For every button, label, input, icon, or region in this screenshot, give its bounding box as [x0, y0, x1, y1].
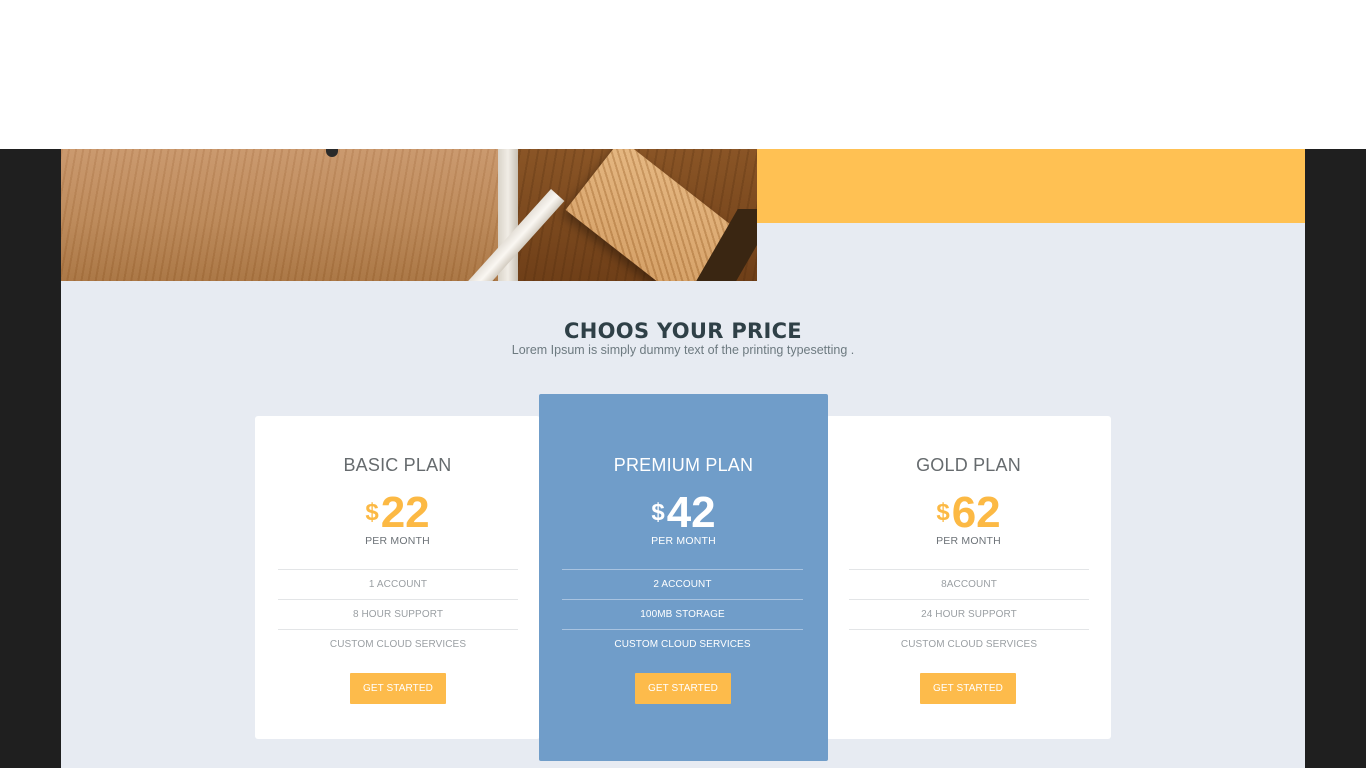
get-started-button-basic[interactable]: GET STARTED	[350, 673, 446, 704]
section-subtitle: Lorem Ipsum is simply dummy text of the …	[511, 343, 855, 357]
currency-symbol: $	[365, 499, 379, 526]
currency-symbol: $	[651, 499, 665, 526]
pricing-card-gold: GOLD PLAN $62 PER MONTH 8ACCOUNT 24 HOUR…	[826, 416, 1111, 739]
feature-list: 2 ACCOUNT 100MB STORAGE CUSTOM CLOUD SER…	[562, 569, 803, 659]
top-white-band	[0, 0, 1366, 149]
plan-name: PREMIUM PLAN	[613, 455, 754, 475]
billing-period: PER MONTH	[936, 535, 1001, 547]
price-amount: 62	[951, 488, 1001, 537]
plan-price: $22	[255, 491, 540, 535]
pricing-card-basic: BASIC PLAN $22 PER MONTH 1 ACCOUNT 8 HOU…	[255, 416, 540, 739]
billing-period: PER MONTH	[365, 535, 430, 547]
plan-name: GOLD PLAN	[916, 455, 1021, 475]
plan-name: BASIC PLAN	[343, 455, 452, 475]
feature-item: CUSTOM CLOUD SERVICES	[849, 629, 1089, 659]
billing-period: PER MONTH	[651, 535, 716, 547]
left-dark-margin	[0, 149, 61, 768]
feature-list: 8ACCOUNT 24 HOUR SUPPORT CUSTOM CLOUD SE…	[849, 569, 1089, 659]
pricing-section: CHOOS YOUR PRICE Lorem Ipsum is simply d…	[61, 149, 1305, 768]
pricing-card-premium: PREMIUM PLAN $42 PER MONTH 2 ACCOUNT 100…	[539, 394, 828, 761]
get-started-button-gold[interactable]: GET STARTED	[920, 673, 1016, 704]
feature-item: 8ACCOUNT	[849, 569, 1089, 599]
feature-item: CUSTOM CLOUD SERVICES	[278, 629, 518, 659]
plan-price: $62	[826, 491, 1111, 535]
hero-photo-wood-floor	[61, 149, 757, 281]
feature-item: 100MB STORAGE	[562, 599, 803, 629]
feature-item: 1 ACCOUNT	[278, 569, 518, 599]
feature-item: 8 HOUR SUPPORT	[278, 599, 518, 629]
feature-list: 1 ACCOUNT 8 HOUR SUPPORT CUSTOM CLOUD SE…	[278, 569, 518, 659]
currency-symbol: $	[936, 499, 950, 526]
get-started-button-premium[interactable]: GET STARTED	[635, 673, 731, 704]
feature-item: CUSTOM CLOUD SERVICES	[562, 629, 803, 659]
plan-price: $42	[539, 491, 828, 535]
accent-yellow-block	[757, 149, 1305, 223]
price-amount: 22	[380, 488, 430, 537]
section-title: CHOOS YOUR PRICE	[564, 319, 802, 343]
photo-dark-detail	[326, 149, 338, 157]
feature-item: 24 HOUR SUPPORT	[849, 599, 1089, 629]
price-amount: 42	[666, 488, 716, 537]
feature-item: 2 ACCOUNT	[562, 569, 803, 599]
right-dark-margin	[1305, 149, 1366, 768]
